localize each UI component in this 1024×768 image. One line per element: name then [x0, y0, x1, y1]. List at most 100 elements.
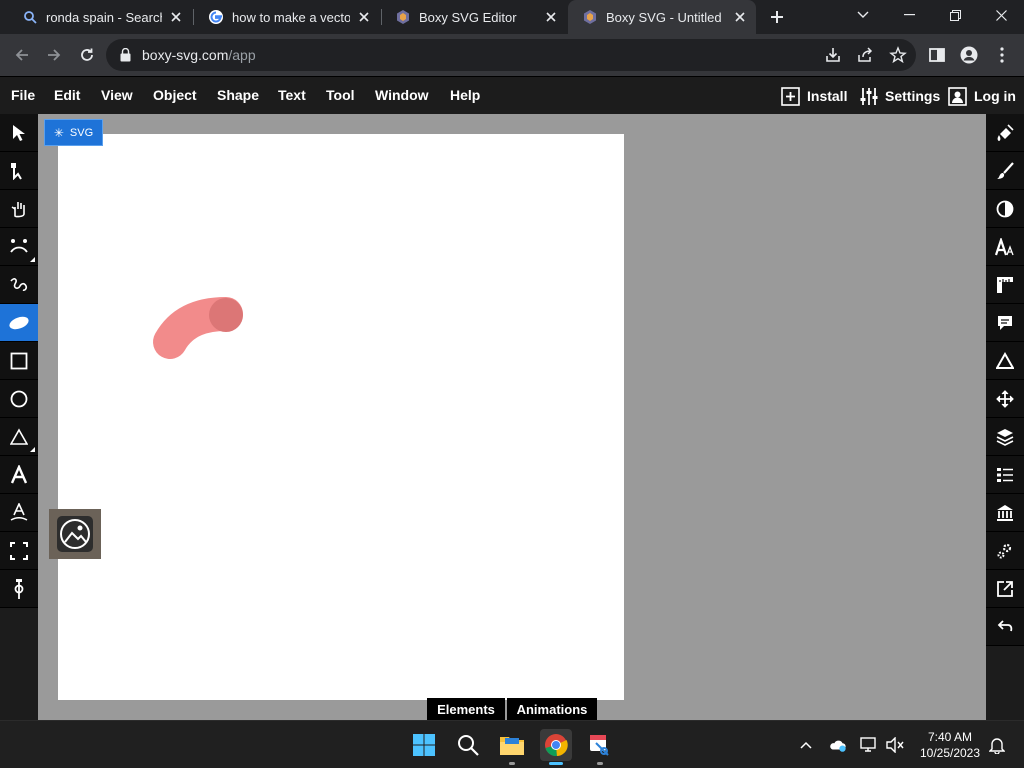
export-panel-button[interactable] — [986, 570, 1024, 608]
notifications-button[interactable] — [988, 736, 1006, 754]
google-icon — [208, 9, 224, 25]
start-button[interactable] — [408, 729, 440, 761]
ellipse-tool[interactable] — [0, 380, 38, 418]
freehand-icon — [10, 277, 28, 291]
select-tool[interactable] — [0, 114, 38, 152]
floating-image-thumbnail[interactable] — [49, 509, 101, 559]
close-icon[interactable] — [356, 9, 372, 25]
settings-button[interactable]: Settings — [860, 85, 940, 107]
transform-panel-button[interactable] — [986, 380, 1024, 418]
fill-panel-button[interactable] — [986, 114, 1024, 152]
taskbar-search-button[interactable] — [452, 729, 484, 761]
back-button[interactable] — [10, 43, 34, 67]
stroke-panel-button[interactable] — [986, 152, 1024, 190]
edit-tool[interactable] — [0, 152, 38, 190]
forward-button[interactable] — [42, 43, 66, 67]
contrast-icon — [996, 200, 1014, 217]
comments-panel-button[interactable] — [986, 304, 1024, 342]
restore-icon — [949, 9, 961, 21]
tab-title: Boxy SVG Editor — [419, 9, 517, 25]
close-icon[interactable] — [168, 9, 184, 25]
library-panel-button[interactable] — [986, 494, 1024, 532]
tab-search-button[interactable] — [840, 0, 886, 30]
canvas-workspace[interactable]: ✳ SVG — [38, 114, 986, 720]
browser-tab-vector[interactable]: how to make a vector i — [194, 0, 380, 34]
new-tab-button[interactable] — [765, 5, 789, 29]
login-button[interactable]: Log in — [948, 85, 1016, 107]
reload-button[interactable] — [75, 43, 99, 67]
close-window-button[interactable] — [978, 0, 1024, 30]
speaker-muted-icon — [886, 737, 904, 753]
close-icon — [995, 9, 1007, 21]
minimize-icon — [903, 14, 915, 16]
install-app-icon[interactable] — [824, 46, 842, 69]
elements-panel-tab[interactable]: Elements — [427, 698, 505, 720]
plus-box-icon — [781, 86, 800, 106]
browser-tab-boxy-untitled[interactable]: Boxy SVG - Untitled [Ed — [568, 0, 756, 34]
profile-button[interactable] — [957, 43, 981, 67]
menu-text[interactable]: Text — [278, 87, 306, 103]
svg-element-badge[interactable]: ✳ SVG — [44, 119, 103, 146]
paint-brush-tool[interactable] — [0, 304, 38, 342]
elements-panel-button[interactable] — [986, 456, 1024, 494]
warp-tool[interactable] — [0, 228, 38, 266]
asterisk-icon: ✳ — [53, 125, 64, 140]
menu-shape[interactable]: Shape — [217, 87, 259, 103]
side-panel-button[interactable] — [925, 43, 949, 67]
search-icon — [22, 9, 38, 25]
menu-tool[interactable]: Tool — [326, 87, 355, 103]
pan-tool[interactable] — [0, 190, 38, 228]
menu-help[interactable]: Help — [450, 87, 480, 103]
drawing-canvas[interactable] — [58, 134, 624, 700]
restore-button[interactable] — [932, 0, 978, 30]
menu-window[interactable]: Window — [375, 87, 429, 103]
brush-stroke-end[interactable] — [209, 298, 243, 332]
address-bar[interactable]: boxy-svg.com/app — [106, 39, 916, 71]
brush-blob-icon — [9, 316, 29, 329]
animations-panel-tab[interactable]: Animations — [507, 698, 597, 720]
geometry-panel-button[interactable] — [986, 266, 1024, 304]
url-host: boxy-svg.com — [142, 47, 229, 63]
minimize-button[interactable] — [886, 0, 932, 30]
text-tool[interactable] — [0, 456, 38, 494]
taskbar-clock[interactable]: 7:40 AM 10/25/2023 — [915, 729, 985, 761]
network-tray-icon[interactable] — [860, 736, 878, 754]
shape-panel-button[interactable] — [986, 342, 1024, 380]
artboard[interactable] — [58, 134, 624, 700]
bookmark-star-icon[interactable] — [889, 46, 907, 69]
menu-view[interactable]: View — [101, 87, 133, 103]
pen-tool[interactable] — [0, 266, 38, 304]
active-indicator — [549, 762, 563, 765]
browser-tab-strip: ronda spain - Search how to make a vecto… — [0, 0, 1024, 34]
show-hidden-icons-button[interactable] — [797, 736, 815, 754]
close-icon[interactable] — [543, 9, 559, 25]
file-explorer-button[interactable] — [496, 729, 528, 765]
share-icon[interactable] — [856, 46, 874, 69]
onedrive-tray-icon[interactable] — [829, 736, 847, 754]
compositing-panel-button[interactable] — [986, 190, 1024, 228]
snipping-icon — [590, 735, 609, 756]
gradient-tool[interactable] — [0, 570, 38, 608]
defs-panel-button[interactable] — [986, 418, 1024, 456]
snipping-tool-button[interactable] — [584, 729, 616, 765]
typography-panel-button[interactable] — [986, 228, 1024, 266]
menu-edit[interactable]: Edit — [54, 87, 80, 103]
lock-icon[interactable] — [120, 47, 131, 67]
menu-file[interactable]: File — [11, 87, 35, 103]
menu-object[interactable]: Object — [153, 87, 197, 103]
browser-toolbar: boxy-svg.com/app — [0, 34, 1024, 76]
browser-tab-boxy-editor[interactable]: Boxy SVG Editor — [381, 0, 567, 34]
text-path-tool[interactable] — [0, 494, 38, 532]
undo-panel-button[interactable] — [986, 608, 1024, 646]
text-path-icon — [10, 502, 28, 521]
generators-panel-button[interactable] — [986, 532, 1024, 570]
browser-menu-button[interactable] — [990, 43, 1014, 67]
install-button[interactable]: Install — [781, 85, 847, 107]
crop-tool[interactable] — [0, 532, 38, 570]
chrome-taskbar-button[interactable] — [540, 729, 572, 765]
close-icon[interactable] — [732, 9, 748, 25]
browser-tab-search[interactable]: ronda spain - Search — [8, 0, 192, 34]
volume-tray-icon[interactable] — [886, 736, 904, 754]
triangle-tool[interactable] — [0, 418, 38, 456]
rectangle-tool[interactable] — [0, 342, 38, 380]
